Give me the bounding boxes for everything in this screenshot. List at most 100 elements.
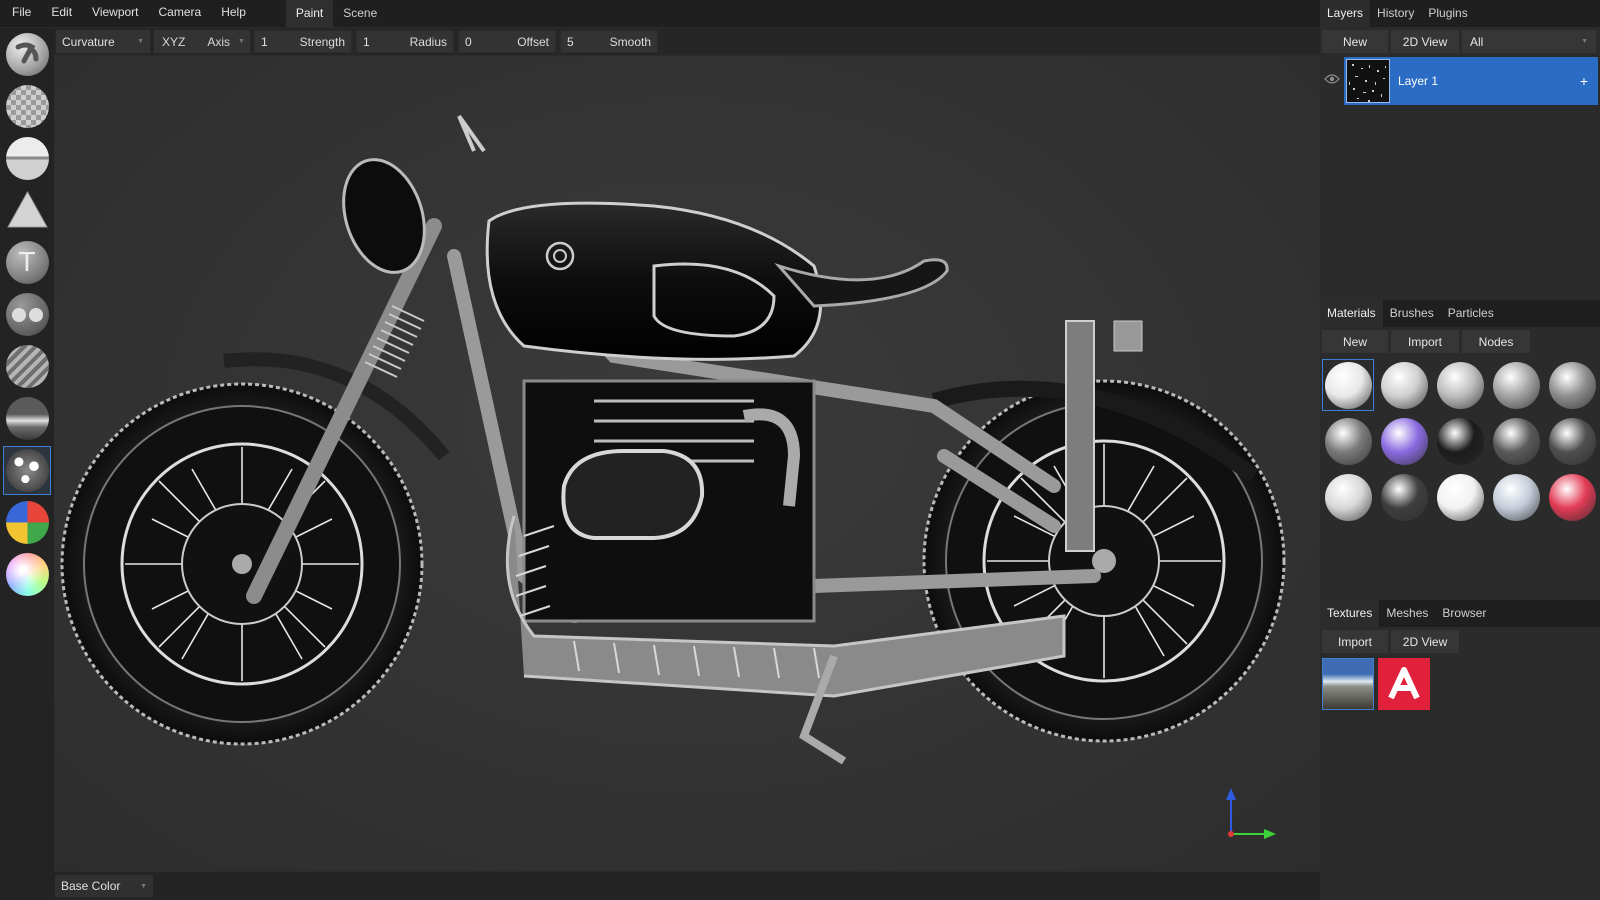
texture-logo-thumbnail[interactable] bbox=[1378, 658, 1430, 710]
menu-edit[interactable]: Edit bbox=[41, 0, 82, 27]
material-swatch[interactable] bbox=[1378, 415, 1430, 467]
material-swatch[interactable] bbox=[1378, 471, 1430, 523]
status-bar: Base Color ▼ bbox=[54, 872, 1320, 900]
material-swatch[interactable] bbox=[1322, 415, 1374, 467]
material-swatch[interactable] bbox=[1546, 359, 1598, 411]
materials-buttons: New Import Nodes bbox=[1320, 327, 1600, 356]
material-swatch[interactable] bbox=[1378, 359, 1430, 411]
engine-block bbox=[522, 379, 816, 623]
new-layer-button[interactable]: New bbox=[1322, 30, 1388, 53]
material-dark-grey-icon bbox=[1548, 361, 1596, 409]
tab-layers[interactable]: Layers bbox=[1320, 0, 1371, 27]
smudge-tool-icon bbox=[5, 397, 49, 440]
nodes-button[interactable]: Nodes bbox=[1462, 330, 1530, 353]
tool-material-picker[interactable] bbox=[3, 550, 51, 599]
eye-icon[interactable] bbox=[1324, 73, 1340, 85]
material-white-matte-icon bbox=[1436, 473, 1484, 521]
chevron-down-icon: ▼ bbox=[238, 38, 245, 45]
menu-bar: File Edit Viewport Camera Help Paint Sce… bbox=[0, 0, 1320, 27]
new-material-button[interactable]: New bbox=[1322, 330, 1388, 353]
eraser-tool-icon bbox=[5, 85, 49, 128]
material-mid-grey-icon bbox=[1492, 361, 1540, 409]
mask-mode-value: Curvature bbox=[62, 34, 115, 49]
tool-clone[interactable] bbox=[3, 290, 51, 339]
tab-paint[interactable]: Paint bbox=[285, 0, 334, 27]
layer-name: Layer 1 bbox=[1398, 74, 1439, 88]
brush-tool-icon bbox=[5, 33, 49, 76]
mirror-axis-dropdown[interactable]: XYZ Axis ▼ bbox=[154, 30, 250, 53]
material-swatch[interactable] bbox=[1322, 359, 1374, 411]
material-black-glossy-icon bbox=[1436, 417, 1484, 465]
offset-field[interactable]: 0 Offset bbox=[458, 30, 556, 53]
tool-smudge[interactable] bbox=[3, 394, 51, 443]
tab-materials[interactable]: Materials bbox=[1320, 300, 1383, 327]
material-swatch[interactable] bbox=[1490, 415, 1542, 467]
import-material-button[interactable]: Import bbox=[1391, 330, 1459, 353]
texture-envmap-thumbnail[interactable] bbox=[1322, 658, 1374, 710]
fill-tool-icon bbox=[5, 137, 49, 180]
tool-options-bar: Curvature ▼ XYZ Axis ▼ 1 Strength 1 Radi… bbox=[54, 28, 1320, 55]
smooth-field[interactable]: 5 Smooth bbox=[560, 30, 658, 53]
radius-value: 1 bbox=[363, 34, 370, 49]
motorcycle-model bbox=[60, 114, 1286, 839]
tab-history[interactable]: History bbox=[1370, 0, 1421, 27]
logo-a-icon bbox=[1388, 667, 1420, 700]
tool-fill[interactable] bbox=[3, 134, 51, 183]
mirror-axes-value: XYZ bbox=[162, 34, 186, 49]
material-chrome-2-icon bbox=[1548, 417, 1596, 465]
tab-particles[interactable]: Particles bbox=[1441, 300, 1501, 327]
layers-2d-view-button[interactable]: 2D View bbox=[1391, 30, 1459, 53]
tool-decal[interactable] bbox=[3, 186, 51, 235]
material-swatch[interactable] bbox=[1434, 359, 1486, 411]
layer-filter-value: All bbox=[1470, 34, 1484, 49]
import-texture-button[interactable]: Import bbox=[1322, 630, 1388, 653]
material-grey-icon bbox=[1436, 361, 1484, 409]
tab-brushes[interactable]: Brushes bbox=[1383, 300, 1441, 327]
material-red-white-icon bbox=[1548, 473, 1596, 521]
tab-meshes[interactable]: Meshes bbox=[1379, 600, 1435, 627]
material-swatch[interactable] bbox=[1434, 415, 1486, 467]
offset-value: 0 bbox=[465, 34, 472, 49]
layer-filter-dropdown[interactable]: All ▼ bbox=[1462, 30, 1596, 53]
decal-tool-icon bbox=[6, 190, 48, 228]
tool-brush[interactable] bbox=[3, 30, 51, 79]
layer-row[interactable]: Layer 1 + bbox=[1344, 57, 1598, 105]
menu-help[interactable]: Help bbox=[211, 0, 256, 27]
tool-text[interactable]: T bbox=[3, 238, 51, 287]
tab-browser[interactable]: Browser bbox=[1435, 600, 1493, 627]
material-swatch[interactable] bbox=[1490, 359, 1542, 411]
front-wheel bbox=[60, 382, 424, 746]
material-swatch[interactable] bbox=[1546, 471, 1598, 523]
material-light-grey-icon bbox=[1380, 361, 1428, 409]
material-swatch[interactable] bbox=[1490, 471, 1542, 523]
3d-viewport[interactable] bbox=[54, 56, 1320, 871]
colorid-picker-tool-icon bbox=[5, 501, 49, 544]
tool-column: T bbox=[0, 28, 54, 900]
radius-field[interactable]: 1 Radius bbox=[356, 30, 454, 53]
tool-colorid-picker[interactable] bbox=[3, 498, 51, 547]
textures-2d-view-button[interactable]: 2D View bbox=[1391, 630, 1459, 653]
tab-scene[interactable]: Scene bbox=[333, 0, 387, 27]
tab-textures[interactable]: Textures bbox=[1320, 600, 1380, 627]
material-sky-mirror-icon bbox=[1492, 473, 1540, 521]
channel-value: Base Color bbox=[61, 879, 121, 893]
chevron-down-icon: ▼ bbox=[1581, 38, 1588, 45]
material-chrome-1-icon bbox=[1492, 417, 1540, 465]
tool-particle[interactable] bbox=[3, 446, 51, 495]
tool-blur[interactable] bbox=[3, 342, 51, 391]
menu-viewport[interactable]: Viewport bbox=[82, 0, 148, 27]
mask-mode-dropdown[interactable]: Curvature ▼ bbox=[56, 30, 150, 53]
axis-label: Axis bbox=[207, 34, 231, 49]
materials-panel: Materials Brushes Particles New Import N… bbox=[1320, 300, 1600, 600]
channel-dropdown[interactable]: Base Color ▼ bbox=[55, 875, 153, 897]
material-swatch[interactable] bbox=[1546, 415, 1598, 467]
textures-panel-tabs: Textures Meshes Browser bbox=[1320, 600, 1600, 627]
tab-plugins[interactable]: Plugins bbox=[1421, 0, 1474, 27]
tool-eraser[interactable] bbox=[3, 82, 51, 131]
add-icon[interactable]: + bbox=[1580, 73, 1588, 89]
material-swatch[interactable] bbox=[1434, 471, 1486, 523]
menu-camera[interactable]: Camera bbox=[149, 0, 212, 27]
material-swatch[interactable] bbox=[1322, 471, 1374, 523]
strength-field[interactable]: 1 Strength bbox=[254, 30, 352, 53]
menu-file[interactable]: File bbox=[0, 0, 41, 27]
